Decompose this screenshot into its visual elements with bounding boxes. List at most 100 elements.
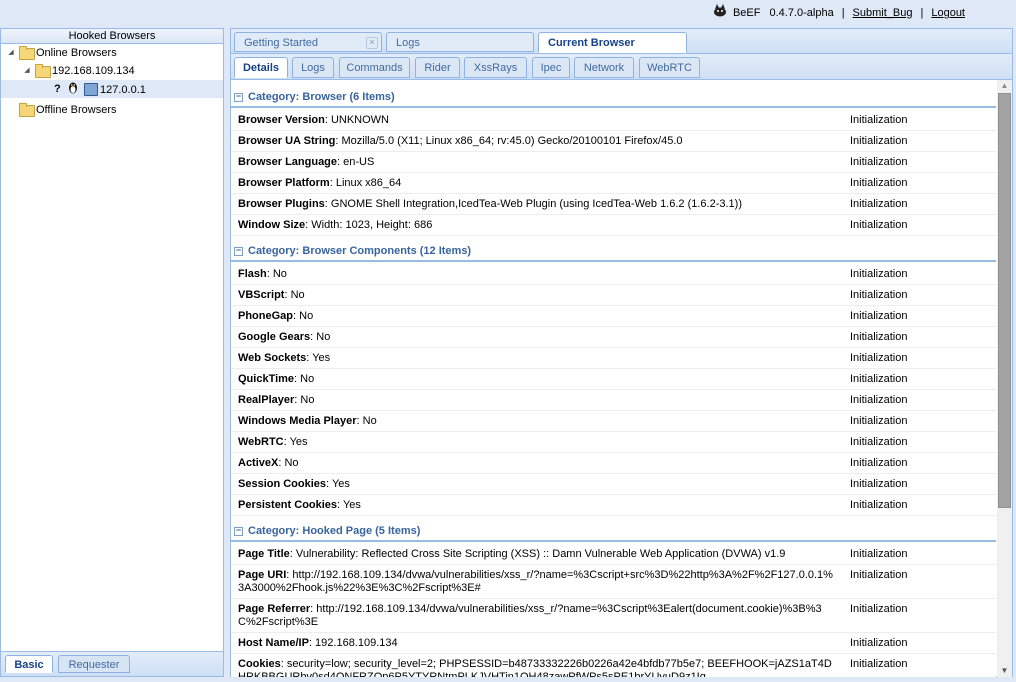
detail-row[interactable]: Page Title: Vulnerability: Reflected Cro…: [231, 544, 996, 565]
folder-icon: [19, 46, 35, 60]
tree-node-ip[interactable]: ◢ 192.168.109.134: [1, 62, 223, 80]
detail-key-value: WebRTC: Yes: [238, 436, 308, 448]
detail-source: Initialization: [850, 198, 908, 210]
main-panel: Getting Started × Logs Current Browser D…: [230, 28, 1013, 677]
detail-value: Vulnerability: Reflected Cross Site Scri…: [295, 548, 786, 560]
app-header: BeEF 0.4.7.0-alpha | Submit_Bug | Logout: [0, 0, 1016, 28]
close-icon[interactable]: ×: [366, 37, 378, 49]
collapse-icon[interactable]: −: [234, 246, 243, 256]
subtab-network[interactable]: Network: [574, 57, 634, 78]
subtab-logs[interactable]: Logs: [292, 57, 334, 78]
tab-current-browser[interactable]: Current Browser: [538, 32, 687, 53]
detail-key: Page Referrer: [238, 603, 311, 615]
detail-source: Initialization: [850, 499, 908, 511]
subtab-webrtc[interactable]: WebRTC: [639, 57, 700, 78]
logout-link[interactable]: Logout: [931, 7, 965, 19]
scrollbar-thumb[interactable]: [998, 93, 1011, 508]
detail-row[interactable]: Page Referrer: http://192.168.109.134/dv…: [231, 599, 996, 633]
app-name: BeEF: [732, 7, 761, 19]
detail-row[interactable]: Flash: No Initialization: [231, 264, 996, 285]
detail-key: Browser Plugins: [238, 198, 325, 210]
detail-key: Windows Media Player: [238, 415, 357, 427]
tab-basic[interactable]: Basic: [5, 655, 53, 673]
detail-row[interactable]: PhoneGap: No Initialization: [231, 306, 996, 327]
category-title: Category: Browser (6 Items): [248, 91, 395, 103]
detail-key-value: Flash: No: [238, 268, 287, 280]
detail-value: Width: 1023, Height: 686: [311, 219, 433, 231]
detail-row[interactable]: QuickTime: No Initialization: [231, 369, 996, 390]
detail-source: Initialization: [850, 658, 908, 670]
detail-row[interactable]: ActiveX: No Initialization: [231, 453, 996, 474]
detail-key: Host Name/IP: [238, 637, 309, 649]
folder-icon: [19, 103, 35, 117]
scroll-up-icon[interactable]: ▲: [997, 80, 1012, 92]
detail-row[interactable]: Browser Version: UNKNOWN Initialization: [231, 110, 996, 131]
detail-source: Initialization: [850, 156, 908, 168]
hooked-browsers-panel: Hooked Browsers ◢ Online Browsers ◢ 192.…: [0, 28, 224, 677]
detail-value: UNKNOWN: [330, 114, 390, 126]
detail-value: No: [290, 289, 305, 301]
detail-source: Initialization: [850, 548, 908, 560]
category-header-browser[interactable]: − Category: Browser (6 Items): [231, 86, 996, 108]
detail-value: Linux x86_64: [335, 177, 402, 189]
header-info: BeEF 0.4.7.0-alpha | Submit_Bug | Logout: [712, 4, 965, 21]
detail-value: security=low; security_level=2; PHPSESSI…: [238, 658, 832, 677]
detail-key-value: Browser Plugins: GNOME Shell Integration…: [238, 198, 742, 210]
tab-getting-started[interactable]: Getting Started ×: [234, 32, 382, 52]
category-header-hooked-page[interactable]: − Category: Hooked Page (5 Items): [231, 520, 996, 542]
tree-node-hooked-browser[interactable]: ? 127.0.0.1: [1, 80, 223, 98]
submit-bug-link[interactable]: Submit_Bug: [853, 7, 913, 19]
detail-row[interactable]: RealPlayer: No Initialization: [231, 390, 996, 411]
detail-key-value: Google Gears: No: [238, 331, 331, 343]
folder-icon: [35, 64, 51, 78]
tree-label: 127.0.0.1: [100, 84, 146, 96]
detail-key-value: Windows Media Player: No: [238, 415, 377, 427]
detail-row[interactable]: Google Gears: No Initialization: [231, 327, 996, 348]
tab-logs[interactable]: Logs: [386, 32, 534, 52]
detail-value: 192.168.109.134: [315, 637, 398, 649]
tree-node-offline-browsers[interactable]: Offline Browsers: [1, 101, 223, 119]
detail-row[interactable]: Browser Plugins: GNOME Shell Integration…: [231, 194, 996, 215]
detail-row[interactable]: Browser Platform: Linux x86_64 Initializ…: [231, 173, 996, 194]
tree-label: Offline Browsers: [36, 104, 117, 116]
detail-row[interactable]: WebRTC: Yes Initialization: [231, 432, 996, 453]
expand-toggle-icon[interactable]: ◢: [7, 49, 15, 57]
expand-toggle-icon[interactable]: ◢: [23, 67, 31, 75]
detail-key-value: Browser Platform: Linux x86_64: [238, 177, 402, 189]
detail-row[interactable]: Browser UA String: Mozilla/5.0 (X11; Lin…: [231, 131, 996, 152]
detail-source: Initialization: [850, 219, 908, 231]
detail-row[interactable]: Persistent Cookies: Yes Initialization: [231, 495, 996, 516]
vertical-scrollbar[interactable]: ▲ ▼: [997, 80, 1012, 677]
tree-node-online-browsers[interactable]: ◢ Online Browsers: [1, 44, 223, 62]
detail-row[interactable]: Web Sockets: Yes Initialization: [231, 348, 996, 369]
tab-requester[interactable]: Requester: [58, 655, 130, 673]
detail-row[interactable]: Browser Language: en-US Initialization: [231, 152, 996, 173]
app-version: 0.4.7.0-alpha: [769, 7, 834, 19]
collapse-icon[interactable]: −: [234, 92, 243, 102]
subtab-commands[interactable]: Commands: [339, 57, 410, 78]
detail-row[interactable]: Session Cookies: Yes Initialization: [231, 474, 996, 495]
details-grid: − Category: Browser (6 Items) Browser Ve…: [231, 80, 996, 677]
subtab-details[interactable]: Details: [234, 57, 288, 78]
detail-source: Initialization: [850, 352, 908, 364]
subtab-ipec[interactable]: Ipec: [532, 57, 570, 78]
detail-value: No: [299, 310, 314, 322]
detail-row[interactable]: Host Name/IP: 192.168.109.134 Initializa…: [231, 633, 996, 654]
detail-row[interactable]: Windows Media Player: No Initialization: [231, 411, 996, 432]
category-header-browser-components[interactable]: − Category: Browser Components (12 Items…: [231, 240, 996, 262]
tab-label: Current Browser: [548, 37, 635, 49]
subtab-xssrays[interactable]: XssRays: [464, 57, 527, 78]
detail-key: Page URI: [238, 569, 287, 581]
detail-row[interactable]: Cookies: security=low; security_level=2;…: [231, 654, 996, 677]
detail-source: Initialization: [850, 373, 908, 385]
collapse-icon[interactable]: −: [234, 526, 243, 536]
detail-source: Initialization: [850, 177, 908, 189]
subtab-rider[interactable]: Rider: [415, 57, 460, 78]
scroll-down-icon[interactable]: ▼: [997, 665, 1012, 677]
detail-key: Browser Language: [238, 156, 338, 168]
detail-value: Yes: [342, 499, 361, 511]
detail-row[interactable]: VBScript: No Initialization: [231, 285, 996, 306]
detail-row[interactable]: Page URI: http://192.168.109.134/dvwa/vu…: [231, 565, 996, 599]
detail-row[interactable]: Window Size: Width: 1023, Height: 686 In…: [231, 215, 996, 236]
detail-key-value: Browser Version: UNKNOWN: [238, 114, 390, 126]
